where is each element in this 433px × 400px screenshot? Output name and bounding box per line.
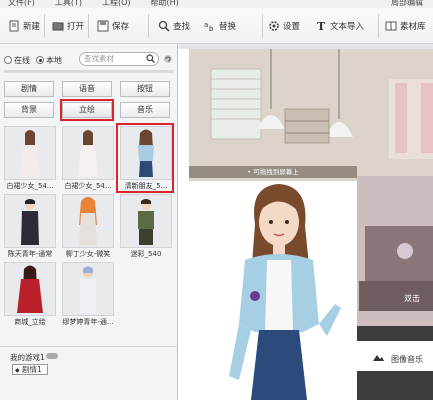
new-label: 新建 — [23, 22, 41, 32]
open-label: 打开 — [67, 22, 85, 32]
menu-items: 文件(F) 工具(T) 工程(O) 帮助(H) — [8, 0, 179, 8]
asset-caption: 商城_立绘 — [14, 318, 46, 326]
text-import-icon: T — [315, 20, 327, 33]
open-button[interactable]: 打开 — [52, 16, 84, 36]
chapter-item[interactable]: ◆ 剧情1 — [12, 364, 48, 375]
asset-thumbnail[interactable] — [62, 262, 114, 316]
scene-background-image — [189, 49, 433, 181]
character-figure-icon — [78, 130, 98, 177]
character-figure-icon — [20, 130, 40, 177]
replace-icon: ab — [204, 20, 216, 33]
panel-divider — [0, 346, 178, 347]
radio-local[interactable] — [36, 56, 44, 64]
svg-text:b: b — [209, 25, 214, 32]
open-folder-icon — [52, 20, 64, 32]
image-music-icon — [372, 352, 384, 362]
import-text-button[interactable]: T 文本导入 — [315, 16, 364, 36]
library-icon — [385, 20, 397, 32]
settings-button[interactable]: 设置 — [268, 16, 300, 36]
asset-caption: 白裙少女_54... — [64, 182, 112, 190]
asset-caption: 缪梦婷青年-通... — [62, 318, 114, 326]
character-figure-icon — [138, 199, 154, 245]
source-local-label: 本地 — [46, 55, 62, 65]
search-icon[interactable] — [146, 54, 155, 63]
thumbnail-size-slider[interactable] — [4, 70, 174, 73]
character-figure-icon — [21, 199, 39, 245]
save-button[interactable]: 保存 — [97, 16, 129, 36]
toolbar-divider — [88, 14, 89, 38]
menu-bar: 文件(F) 工具(T) 工程(O) 帮助(H) 局部编辑 — [0, 0, 433, 8]
import-text-label: 文本导入 — [330, 22, 365, 32]
menu-project[interactable]: 工程(O) — [102, 0, 131, 8]
toolbar-divider — [262, 14, 263, 38]
source-online-label: 在线 — [14, 55, 30, 65]
stage-preview: • 可拖拽到屏幕上 双击 图像音乐 — [179, 44, 433, 400]
double-click-hint: 双击 — [404, 294, 420, 303]
find-label: 查找 — [173, 22, 191, 32]
toolbar-divider — [44, 14, 45, 38]
gear-icon — [268, 20, 280, 32]
library-label: 素材库 — [400, 22, 426, 32]
menu-file[interactable]: 文件(F) — [8, 0, 35, 8]
asset-thumbnail[interactable] — [120, 194, 172, 248]
save-icon — [97, 20, 109, 32]
svg-text:T: T — [317, 20, 326, 32]
new-file-icon — [8, 20, 20, 32]
asset-caption: 白裙少女_54... — [6, 182, 54, 190]
save-label: 保存 — [112, 22, 130, 32]
scene-drag-hint: • 可拖拽到屏幕上 — [189, 166, 357, 178]
toolbar-divider — [378, 14, 379, 38]
asset-thumbnail[interactable] — [4, 262, 56, 316]
category-music-button[interactable]: 音乐 — [120, 102, 170, 118]
radio-online[interactable] — [4, 56, 12, 64]
category-background-button[interactable]: 背景 — [4, 102, 54, 118]
library-button[interactable]: 素材库 — [385, 16, 426, 36]
svg-text:a: a — [204, 21, 208, 29]
menu-tools[interactable]: 工具(T) — [55, 0, 82, 8]
asset-thumbnail[interactable] — [62, 194, 114, 248]
asset-caption: 陈天青年-通常 — [7, 250, 53, 258]
find-button[interactable]: 查找 — [158, 16, 190, 36]
asset-caption: 柳丁少女-微笑 — [65, 250, 111, 258]
game-toggle[interactable] — [46, 353, 58, 359]
asset-caption: 迷彩_540 — [130, 250, 162, 258]
replace-label: 替换 — [219, 22, 237, 32]
new-button[interactable]: 新建 — [8, 16, 40, 36]
character-figure-icon — [17, 265, 43, 313]
living-room-background — [189, 49, 433, 181]
menu-help[interactable]: 帮助(H) — [151, 0, 179, 8]
toolbar: 新建 打开 保存 查找 ab 替换 设置 T 文本导入 素材库 — [0, 8, 433, 44]
replace-button[interactable]: ab 替换 — [204, 16, 236, 36]
image-music-label[interactable]: 图像音乐 — [391, 354, 423, 365]
settings-label: 设置 — [283, 22, 301, 32]
category-story-button[interactable]: 剧情 — [4, 81, 54, 97]
asset-highlight-box — [116, 123, 174, 193]
category-button-button[interactable]: 按钮 — [120, 81, 170, 97]
toolbar-divider — [148, 14, 149, 38]
menu-right-item[interactable]: 局部编辑 — [391, 0, 423, 8]
asset-panel: 在线 本地 查找素材 剧情 语音 按钮 背景 立绘 音乐 白裙少女_54... … — [0, 44, 178, 400]
diamond-icon: ◆ — [15, 367, 20, 374]
portrait-highlight-box — [60, 99, 114, 121]
character-figure-icon — [80, 266, 96, 313]
chapter-label: 剧情1 — [22, 365, 42, 374]
asset-thumbnail[interactable] — [4, 126, 56, 180]
character-figure-icon — [79, 197, 97, 245]
search-icon — [158, 20, 170, 32]
character-portrait-preview[interactable] — [209, 184, 349, 400]
game-name[interactable]: 我的游戏1 — [10, 352, 45, 363]
category-voice-button[interactable]: 语音 — [62, 81, 112, 97]
asset-thumbnail[interactable] — [4, 194, 56, 248]
asset-thumbnail[interactable] — [62, 126, 114, 180]
refresh-icon[interactable] — [163, 54, 173, 64]
